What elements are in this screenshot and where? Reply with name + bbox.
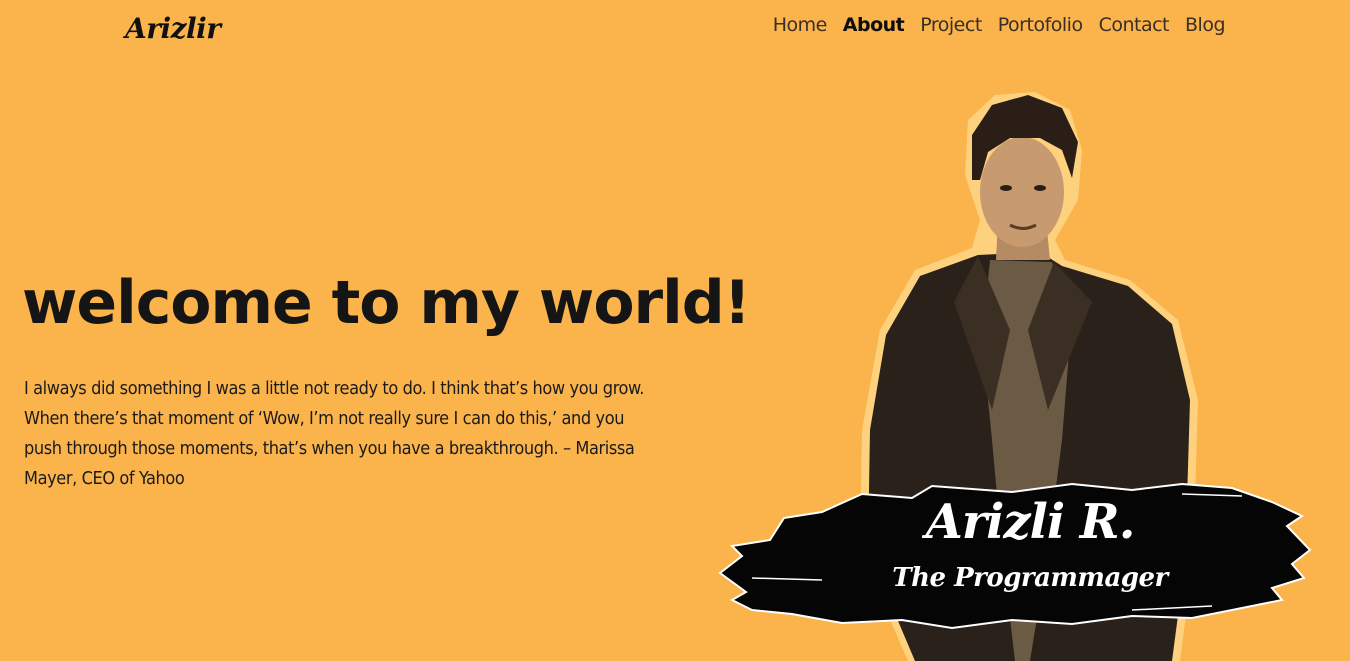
main-nav: Home About Project Portofolio Contact Bl…: [773, 14, 1226, 36]
site-logo[interactable]: Arizlir: [125, 12, 221, 45]
nav-project[interactable]: Project: [920, 14, 982, 36]
profile-name: Arizli R.: [925, 494, 1136, 550]
nav-about[interactable]: About: [843, 14, 905, 36]
profile-role: The Programmager: [892, 563, 1168, 593]
hero-title: welcome to my world!: [22, 268, 751, 338]
brush-stroke-banner: [718, 482, 1312, 630]
nav-blog[interactable]: Blog: [1185, 14, 1226, 36]
nav-contact[interactable]: Contact: [1099, 14, 1170, 36]
hero-quote: I always did something I was a little no…: [24, 378, 644, 489]
nav-portofolio[interactable]: Portofolio: [998, 14, 1083, 36]
nav-home[interactable]: Home: [773, 14, 828, 36]
